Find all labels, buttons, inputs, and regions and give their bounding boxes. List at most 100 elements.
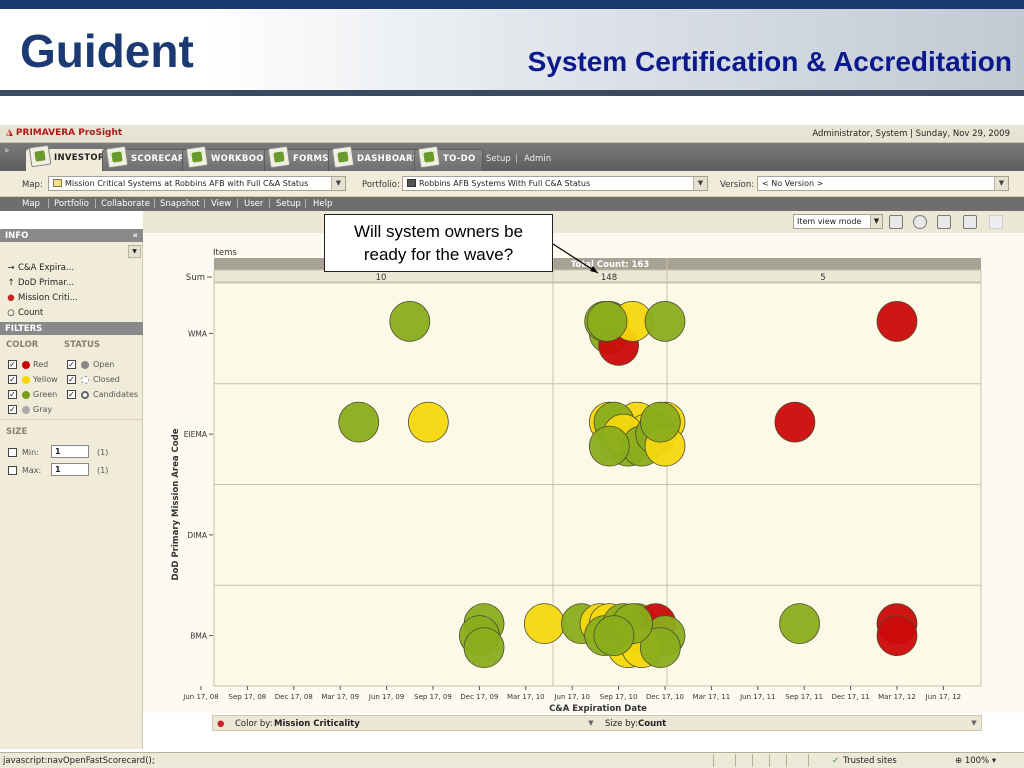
setup-link[interactable]: Setup xyxy=(486,154,511,164)
x-tick-label: Dec 17, 10 xyxy=(646,693,684,701)
menu-separator: | xyxy=(153,199,156,209)
data-bubble xyxy=(389,300,431,342)
menu-separator: | xyxy=(268,199,271,209)
data-bubble xyxy=(407,401,449,443)
menu-snapshot[interactable]: Snapshot xyxy=(160,199,200,209)
size-max-checkbox[interactable] xyxy=(8,466,17,475)
cursor-icon[interactable] xyxy=(889,215,903,229)
data-bubble xyxy=(639,401,681,443)
color-by-label: Color by: xyxy=(235,719,273,729)
data-bubble xyxy=(586,300,628,342)
menu-view[interactable]: View xyxy=(211,199,231,209)
portfolio-select[interactable]: Robbins AFB Systems With Full C&A Status… xyxy=(402,176,708,191)
size-max-label: Max: xyxy=(22,466,42,475)
menu-separator: | xyxy=(304,199,307,209)
info-dropdown[interactable]: ▼ xyxy=(128,245,141,258)
bubble-chart[interactable]: Items Total Count: 163 Sum 10 148 5 WMA EIEMA DI… xyxy=(143,233,1024,713)
trusted-check-icon: ✓ xyxy=(832,756,840,766)
investor-icon xyxy=(28,144,52,168)
color-by-icon: ● xyxy=(217,719,225,729)
chevron-down-icon[interactable]: ▼ xyxy=(693,177,707,190)
x-tick-label: Mar 17, 10 xyxy=(507,693,545,701)
chevron-down-icon[interactable]: ▼ xyxy=(870,215,882,228)
filter-green-checkbox[interactable]: ✓ xyxy=(8,390,17,399)
filter-open-checkbox[interactable]: ✓ xyxy=(67,360,76,369)
folder-icon xyxy=(407,179,416,187)
menu-separator: | xyxy=(236,199,239,209)
info-item-ca-expiration[interactable]: → C&A Expira... xyxy=(6,263,74,273)
security-zone-label: Trusted sites xyxy=(843,756,897,766)
x-tick-label: Sep 17, 11 xyxy=(785,693,823,701)
chevron-down-icon[interactable]: ▼ xyxy=(585,717,597,729)
menu-setup[interactable]: Setup xyxy=(276,199,301,209)
collapse-panel-icon[interactable]: « xyxy=(133,231,139,241)
tab-forms-label: FORMS xyxy=(293,154,329,164)
portfolio-label: Portfolio: xyxy=(362,180,400,190)
status-text: javascript:navOpenFastScorecard(); xyxy=(3,756,155,766)
menu-separator: | xyxy=(203,199,206,209)
zoom-value: 100% xyxy=(964,756,990,766)
menu-bar: Map | Portfolio | Collaborate | Snapshot… xyxy=(0,197,1024,211)
info-item-mission-criticality[interactable]: ● Mission Criti... xyxy=(6,293,78,303)
map-select[interactable]: Mission Critical Systems at Robbins AFB … xyxy=(48,176,346,191)
size-icon: ○ xyxy=(7,308,15,318)
color-by-value[interactable]: Mission Criticality xyxy=(274,719,360,729)
forms-icon xyxy=(267,145,291,169)
filter-closed-checkbox[interactable]: ✓ xyxy=(67,375,76,384)
size-max-input[interactable]: 1 xyxy=(51,463,89,476)
tab-forms[interactable]: FORMS xyxy=(264,145,336,171)
view-mode-select[interactable]: Item view mode ▼ xyxy=(793,214,883,229)
menu-map[interactable]: Map xyxy=(22,199,40,209)
data-bubble xyxy=(779,603,820,645)
size-by-value[interactable]: Count xyxy=(638,719,666,729)
menu-collaborate[interactable]: Collaborate xyxy=(101,199,150,209)
menu-help[interactable]: Help xyxy=(313,199,332,209)
lightbulb-icon[interactable] xyxy=(989,215,1003,229)
tab-investor-label: INVESTOR xyxy=(54,153,105,163)
status-cell xyxy=(752,754,768,767)
email-icon[interactable] xyxy=(963,215,977,229)
tab-investor[interactable]: INVESTOR xyxy=(26,144,111,171)
refresh-icon[interactable] xyxy=(913,215,927,229)
y-axis-icon: ↑ xyxy=(7,278,15,288)
chevron-down-icon[interactable]: ▼ xyxy=(968,717,980,729)
filter-gray-checkbox[interactable]: ✓ xyxy=(8,405,17,414)
size-min-checkbox[interactable] xyxy=(8,448,17,457)
x-tick-label: Jun 17, 09 xyxy=(368,693,404,701)
callout-line-2: ready for the wave? xyxy=(363,245,514,264)
x-tick-label: Mar 17, 12 xyxy=(878,693,916,701)
yellow-dot-icon xyxy=(22,376,30,384)
filter-red-label: Red xyxy=(33,360,49,369)
data-bubble xyxy=(876,615,918,657)
tab-todo[interactable]: TO-DO xyxy=(414,145,483,171)
collapse-arrows-icon[interactable]: » xyxy=(4,146,10,156)
size-min-input[interactable]: 1 xyxy=(51,445,89,458)
info-item-dod-primary[interactable]: ↑ DoD Primar... xyxy=(6,278,74,288)
chevron-down-icon[interactable]: ▼ xyxy=(331,177,345,190)
zoom-level[interactable]: ⊕ 100% ▾ xyxy=(955,756,996,766)
filter-gray-label: Gray xyxy=(33,405,53,414)
callout-box: Will system owners be ready for the wave… xyxy=(324,214,553,272)
filter-red-checkbox[interactable]: ✓ xyxy=(8,360,17,369)
map-label: Map: xyxy=(22,180,43,190)
x-tick-label: Jun 17, 11 xyxy=(739,693,775,701)
filter-candidates-checkbox[interactable]: ✓ xyxy=(67,390,76,399)
green-dot-icon xyxy=(22,391,30,399)
filter-open-label: Open xyxy=(93,360,115,369)
sum-value: 148 xyxy=(601,273,617,283)
info-item-count[interactable]: ○ Count xyxy=(6,308,43,318)
menu-user[interactable]: User xyxy=(244,199,263,209)
version-select[interactable]: < No Version > ▼ xyxy=(757,176,1009,191)
header-bottom-stripe xyxy=(0,90,1024,96)
data-bubble xyxy=(644,300,686,342)
admin-link[interactable]: Admin xyxy=(524,154,551,164)
candidates-status-icon xyxy=(81,391,89,399)
chevron-down-icon[interactable]: ▼ xyxy=(994,177,1008,190)
portfolio-select-value: Robbins AFB Systems With Full C&A Status xyxy=(419,179,591,188)
color-icon: ● xyxy=(7,293,15,303)
version-select-value: < No Version > xyxy=(762,179,824,188)
info-item-label: DoD Primar... xyxy=(18,278,75,288)
filter-yellow-checkbox[interactable]: ✓ xyxy=(8,375,17,384)
menu-portfolio[interactable]: Portfolio xyxy=(54,199,89,209)
print-icon[interactable] xyxy=(937,215,951,229)
